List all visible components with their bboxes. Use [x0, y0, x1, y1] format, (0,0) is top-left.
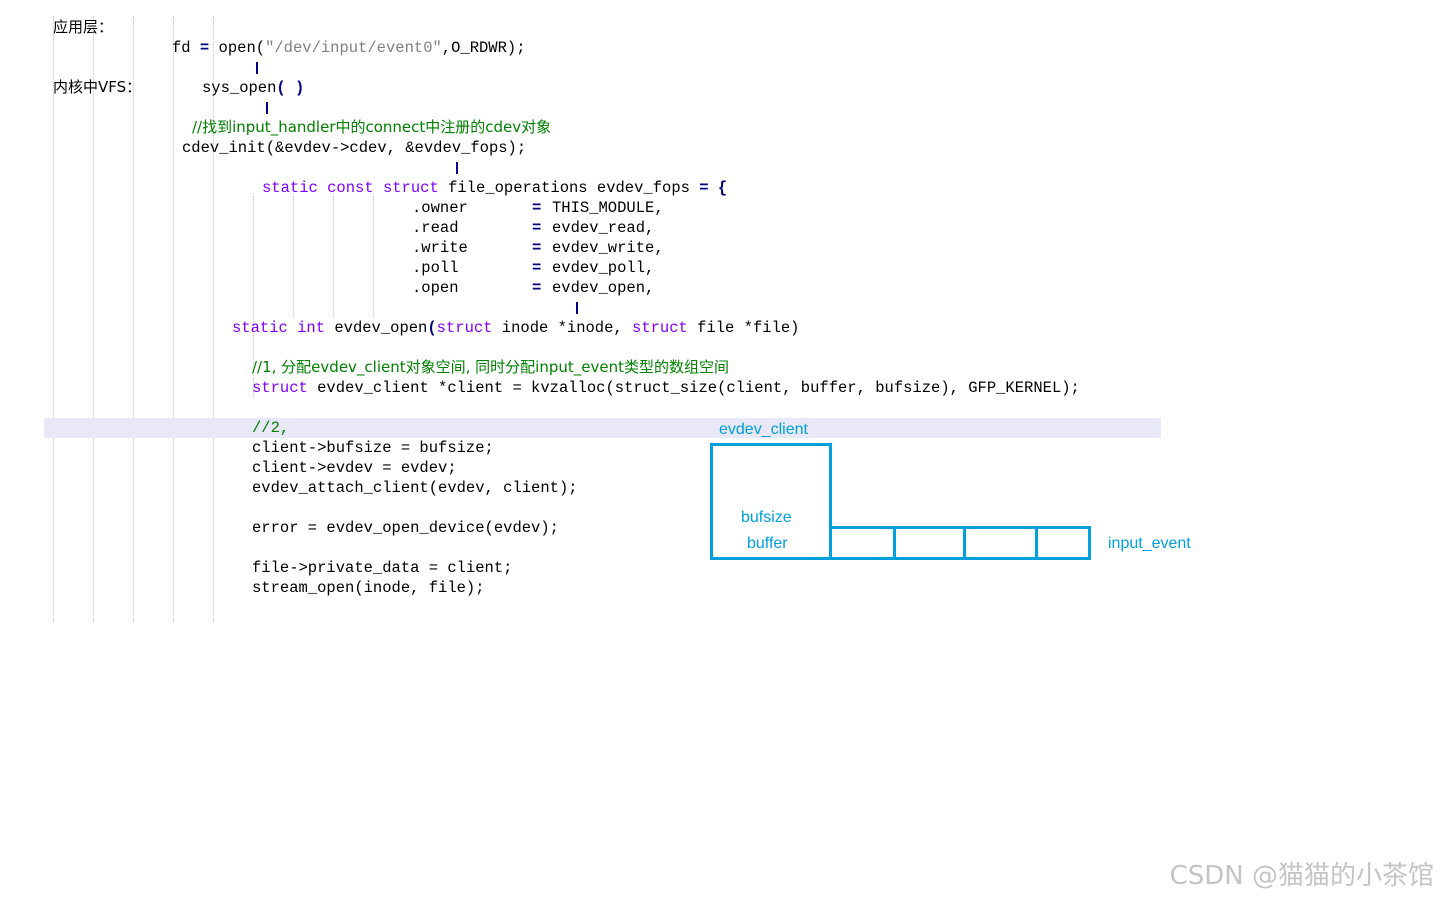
code-line: error = evdev_open_device(evdev);: [252, 519, 559, 537]
fops-declaration: static const struct file_operations evde…: [262, 179, 728, 197]
comment-find-cdev: //找到input_handler中的connect中注册的cdev对象: [192, 118, 552, 136]
flow-arrow: [256, 62, 258, 74]
field-equals: =: [532, 279, 542, 297]
indent-guide: [133, 16, 134, 622]
buffer-field-label: buffer: [747, 535, 788, 552]
flow-arrow: [576, 302, 578, 314]
code-line: file->private_data = client;: [252, 559, 513, 577]
indent-guide: [93, 16, 94, 622]
field-equals: =: [532, 219, 542, 237]
comment-step-2: //2,: [252, 419, 290, 437]
cdev-init-line: cdev_init(&evdev->cdev, &evdev_fops);: [182, 139, 527, 157]
watermark: CSDN @猫猫的小茶馆: [1169, 861, 1434, 891]
field-equals: =: [532, 199, 542, 217]
evdev-client-label: evdev_client: [719, 421, 808, 438]
indent-guide: [333, 196, 334, 316]
field-name: .owner: [412, 199, 468, 217]
current-line-highlight: [44, 418, 1161, 438]
code-line: stream_open(inode, file);: [252, 579, 485, 597]
alloc-client-line: struct evdev_client *client = kvzalloc(s…: [252, 379, 1080, 397]
field-name: .read: [412, 219, 459, 237]
comment-step-1: //1, 分配evdev_client对象空间, 同时分配input_event…: [252, 358, 729, 376]
field-value: evdev_write,: [552, 239, 664, 257]
indent-guide: [53, 16, 54, 622]
app-layer-label: 应用层：: [53, 18, 114, 36]
field-equals: =: [532, 259, 542, 277]
code-line: client->evdev = evdev;: [252, 459, 457, 477]
field-value: evdev_read,: [552, 219, 655, 237]
vfs-layer-label: 内核中VFS：: [53, 78, 142, 96]
flow-arrow: [266, 102, 268, 114]
code-line: client->bufsize = bufsize;: [252, 439, 494, 457]
indent-guide: [173, 16, 174, 622]
indent-guide: [293, 196, 294, 316]
indent-guide: [373, 196, 374, 316]
input-event-label: input_event: [1108, 535, 1191, 552]
field-name: .open: [412, 279, 459, 297]
evdev-open-signature: static int evdev_open(struct inode *inod…: [232, 319, 800, 337]
field-value: THIS_MODULE,: [552, 199, 664, 217]
field-value: evdev_poll,: [552, 259, 655, 277]
indent-guide: [213, 16, 214, 622]
field-name: .write: [412, 239, 468, 257]
field-name: .poll: [412, 259, 459, 277]
sys-open-line: sys_open( ): [202, 79, 305, 97]
flow-arrow: [456, 162, 458, 174]
field-value: evdev_open,: [552, 279, 655, 297]
open-call-line: fd = open("/dev/input/event0",O_RDWR);: [172, 39, 526, 57]
array-cell-divider: [1035, 526, 1038, 560]
field-equals: =: [532, 239, 542, 257]
array-cell-divider: [963, 526, 966, 560]
array-cell-divider: [893, 526, 896, 560]
code-line: evdev_attach_client(evdev, client);: [252, 479, 578, 497]
bufsize-field-label: bufsize: [741, 509, 792, 526]
input-event-array: [829, 526, 1091, 560]
